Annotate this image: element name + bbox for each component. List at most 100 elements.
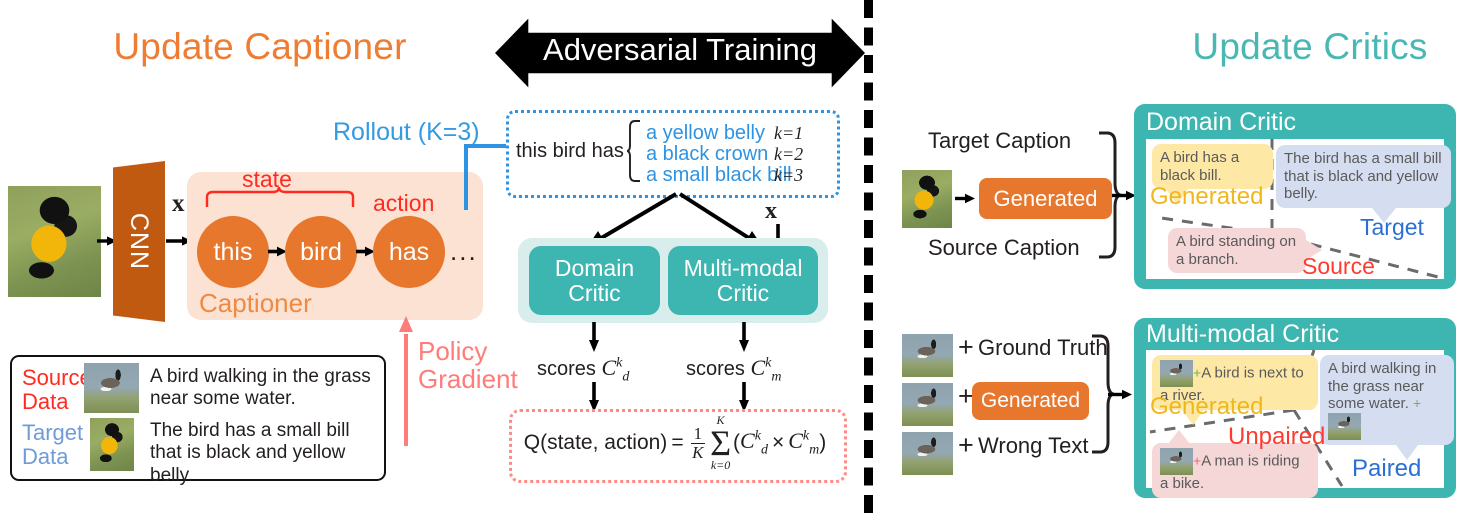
domain-bubble-source-text: A bird standing on a branch. (1176, 233, 1297, 268)
multimodal-row1-text: Ground Truth (978, 335, 1108, 360)
feature-x-label-mid: x (765, 198, 777, 224)
target-data-caption: The bird has a small bill that is black … (150, 420, 350, 486)
source-data-image (84, 363, 139, 413)
q-fraction: 1 K (690, 424, 706, 462)
domain-bubble-target-text: The bird has a small bill that is black … (1284, 150, 1442, 203)
domain-target-caption-label: Target Caption (928, 128, 1072, 153)
source-data-label-line2: Data (22, 389, 69, 415)
scores-word-domain: scores (537, 358, 596, 380)
source-data-label: Source Data (22, 365, 92, 415)
state-brace-icon (205, 186, 355, 208)
multimodal-row1-image (902, 334, 953, 377)
sequence-ellipsis: ... (450, 236, 478, 266)
rollout-k-2: k=2 (774, 144, 804, 164)
multimodal-label-unpaired: Unpaired (1228, 423, 1326, 450)
domain-critic-block[interactable]: Domain Critic (529, 246, 660, 315)
q-term1: C (740, 427, 755, 453)
domain-label-target: Target (1360, 214, 1424, 240)
score-domain-sub: d (622, 369, 630, 385)
multimodal-row3-image (902, 432, 953, 475)
rollout-k-1: k=1 (774, 123, 804, 143)
score-mm-sub: m (771, 369, 782, 385)
input-bird-image (8, 186, 101, 297)
header-update-critics: Update Critics (1192, 26, 1428, 67)
state-label: state (242, 166, 292, 192)
score-domain-symbol: C (601, 355, 617, 380)
multimodal-bubble-unpaired: +A man is riding a bike. (1152, 430, 1318, 498)
cnn-text: CNN (125, 212, 154, 271)
rollout-prefix: this bird has (516, 140, 624, 162)
arrow-domain-critic-to-score-icon (588, 322, 600, 352)
generated-button-domain[interactable]: Generated (979, 178, 1112, 219)
multimodal-label-paired: Paired (1352, 455, 1422, 482)
domain-bubble-target: The bird has a small bill that is black … (1276, 145, 1451, 223)
feature-x-label-left: x (172, 190, 185, 217)
policy-gradient-label: Policy Gradient (418, 337, 518, 393)
target-data-label: Target Data (22, 420, 84, 470)
multimodal-bubble-unpaired-plus: + (1193, 452, 1202, 469)
word-node-has: has (373, 216, 445, 288)
domain-label-generated: Generated (1150, 183, 1264, 210)
q-summation: K Σ k=0 (710, 413, 732, 472)
multimodal-bubble-generated-plus: + (1193, 364, 1202, 381)
score-domain-label: scores Ckd (537, 355, 629, 385)
multimodal-row2-image (902, 383, 953, 426)
multimodal-bubble-paired-plus: + (1413, 395, 1422, 412)
multimodal-bubble-paired-image (1328, 412, 1361, 440)
domain-critic-line1: Domain (554, 254, 635, 281)
q-lhs: Q(state, action) (523, 431, 668, 454)
multimodal-row1-plus: + (958, 332, 974, 362)
arrow-score-multimodal-to-q-icon (738, 382, 750, 412)
arrow-multimodal-critic-to-score-icon (738, 322, 750, 352)
policy-gradient-line1: Policy (418, 336, 488, 366)
multimodal-row3-plus: + (958, 430, 974, 460)
arrow-score-domain-to-q-icon (588, 382, 600, 412)
generated-button-multimodal[interactable]: Generated (972, 382, 1089, 420)
adversarial-training-label: Adversarial Training (543, 32, 817, 67)
q-frac-denominator: K (692, 442, 704, 462)
rollout-candidate-1: a yellow belly (646, 122, 765, 144)
domain-bubble-generated-text: A bird has a black bill. (1160, 149, 1240, 184)
rollout-k-3: k=3 (774, 165, 804, 185)
vertical-dashed-divider (864, 0, 873, 513)
domain-critic-line2: Critic (568, 279, 621, 306)
rollout-label: Rollout (K=3) (333, 118, 480, 146)
q-close-paren: ) (819, 431, 827, 454)
q-term2: C (788, 427, 803, 453)
policy-gradient-line2: Gradient (418, 364, 518, 395)
domain-bubble-source: A bird standing on a branch. (1168, 228, 1322, 274)
multimodal-bubble-generated-image (1160, 360, 1193, 387)
target-data-image (90, 418, 134, 471)
score-multimodal-label: scores Ckm (686, 355, 782, 385)
target-data-label-line1: Target (22, 420, 84, 445)
multimodal-row3-text: Wrong Text (978, 433, 1089, 458)
rollout-candidate-2: a black crown (646, 143, 769, 165)
multimodal-label-generated: Generated (1150, 393, 1264, 420)
domain-source-caption-label: Source Caption (928, 235, 1080, 260)
target-data-label-line2: Data (22, 444, 69, 470)
header-update-captioner: Update Captioner (113, 26, 407, 67)
q-term2-sub: m (809, 442, 820, 458)
word-node-bird: bird (285, 216, 357, 288)
bubble-tail-icon (1168, 430, 1190, 444)
multimodal-bubble-unpaired-image (1160, 448, 1193, 475)
q-equation: Q(state, action) = 1 K K Σ k=0 ( Ckd × C… (509, 409, 841, 477)
multimodal-critic-line1: Multi-modal (683, 254, 803, 281)
action-label: action (373, 190, 435, 216)
q-open-paren: ( (733, 431, 741, 454)
multimodal-critic-line2: Critic (716, 279, 770, 306)
domain-critic-input-image (902, 170, 952, 228)
score-mm-symbol: C (750, 355, 766, 380)
domain-critic-panel-title: Domain Critic (1146, 108, 1297, 136)
arrow-image-to-generated-icon (955, 193, 975, 204)
multimodal-critic-block[interactable]: Multi-modal Critic (668, 246, 818, 315)
sigma-icon: Σ (710, 422, 732, 463)
rollout-candidate-3: a small black bill (646, 164, 792, 186)
word-node-this: this (197, 216, 269, 288)
scores-word-multimodal: scores (686, 358, 745, 380)
q-times: × (771, 431, 785, 454)
arrow-to-multimodal-critic-panel-icon (1108, 389, 1132, 400)
q-term1-sub: d (760, 442, 768, 458)
q-equals: = (671, 431, 684, 454)
domain-label-source: Source (1302, 253, 1375, 279)
